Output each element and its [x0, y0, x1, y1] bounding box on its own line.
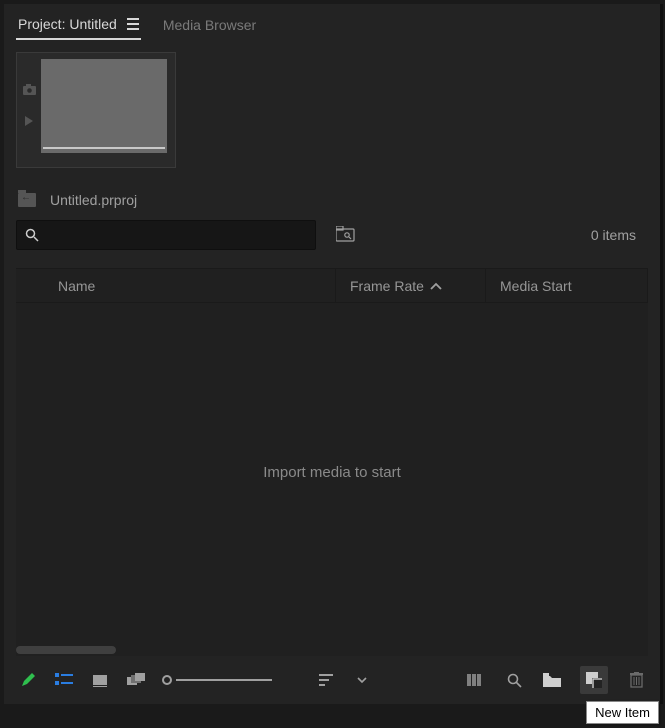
project-file-name: Untitled.prproj — [50, 192, 137, 208]
chevron-down-icon[interactable] — [352, 670, 372, 690]
preview-side-icons — [17, 53, 41, 129]
bottom-toolbar — [4, 656, 660, 704]
automate-to-sequence-icon[interactable] — [466, 670, 486, 690]
scrollbar-thumb[interactable] — [16, 646, 116, 654]
tab-project-label: Project: Untitled — [18, 16, 117, 32]
tab-media-browser[interactable]: Media Browser — [161, 13, 258, 39]
search-bin-icon[interactable] — [336, 226, 356, 245]
column-media-start[interactable]: Media Start — [486, 269, 648, 302]
column-name-label: Name — [58, 278, 95, 294]
camera-icon — [23, 83, 36, 98]
search-field[interactable] — [45, 227, 307, 243]
find-icon[interactable] — [504, 670, 524, 690]
search-icon — [25, 228, 39, 242]
new-item-button[interactable] — [580, 666, 608, 694]
empty-drop-area[interactable]: Import media to start — [16, 303, 648, 642]
zoom-handle-icon[interactable] — [162, 675, 172, 685]
media-list[interactable]: Name Frame Rate Media Start Import media… — [16, 268, 648, 656]
tab-bar: Project: Untitled Media Browser — [4, 4, 660, 40]
empty-message: Import media to start — [263, 464, 401, 481]
project-panel: Project: Untitled Media Browser Untitled… — [4, 4, 663, 704]
search-input[interactable] — [16, 220, 316, 250]
trash-icon[interactable] — [626, 670, 646, 690]
project-file-icon — [18, 193, 36, 207]
column-name[interactable]: Name — [16, 269, 336, 302]
tab-media-browser-label: Media Browser — [163, 17, 256, 33]
new-bin-icon[interactable] — [542, 670, 562, 690]
column-frame-rate-label: Frame Rate — [350, 278, 424, 294]
horizontal-scrollbar[interactable] — [16, 644, 648, 656]
new-item-icon — [586, 672, 602, 688]
icon-view-icon[interactable] — [90, 670, 110, 690]
preview-thumbnail — [41, 59, 167, 153]
preview-thumbnail-box[interactable] — [16, 52, 176, 168]
zoom-track — [176, 679, 272, 681]
sort-ascending-icon — [430, 277, 442, 293]
sort-icon[interactable] — [316, 670, 336, 690]
tab-project[interactable]: Project: Untitled — [16, 12, 141, 40]
preview-area — [4, 40, 660, 180]
panel-menu-icon[interactable] — [127, 18, 139, 30]
item-count: 0 items — [591, 227, 648, 243]
tooltip-new-item: New Item — [586, 701, 659, 724]
search-row: 0 items — [4, 216, 660, 254]
list-view-icon[interactable] — [54, 670, 74, 690]
zoom-slider[interactable] — [162, 675, 272, 685]
column-frame-rate[interactable]: Frame Rate — [336, 269, 486, 302]
freeform-view-icon[interactable] — [126, 670, 146, 690]
project-file-row: Untitled.prproj — [4, 180, 660, 216]
column-media-start-label: Media Start — [500, 278, 572, 294]
pencil-icon[interactable] — [18, 670, 38, 690]
play-icon — [24, 114, 34, 129]
table-header: Name Frame Rate Media Start — [16, 269, 648, 303]
